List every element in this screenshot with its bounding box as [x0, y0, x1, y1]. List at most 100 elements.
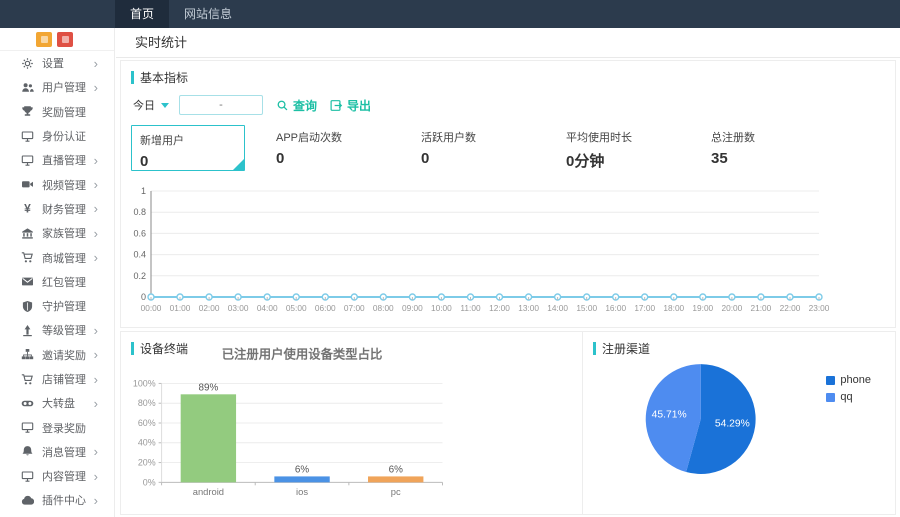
svg-text:20:00: 20:00 [722, 303, 743, 313]
sidebar-item-level-mgmt[interactable]: 等级管理› [0, 318, 114, 342]
sidebar-item-settings[interactable]: 设置› [0, 51, 114, 75]
sidebar-item-shop-mgmt[interactable]: 店铺管理› [0, 367, 114, 391]
svg-text:0.4: 0.4 [133, 250, 146, 260]
sidebar-item-message-mgmt[interactable]: 消息管理› [0, 440, 114, 464]
sidebar-item-plugin-center[interactable]: 插件中心› [0, 488, 114, 512]
accent-bar [131, 71, 134, 84]
sidebar-item-live-mgmt[interactable]: 直播管理› [0, 148, 114, 172]
svg-text:01:00: 01:00 [170, 303, 191, 313]
sidebar-item-user-mgmt[interactable]: 用户管理› [0, 75, 114, 99]
svg-text:1: 1 [141, 186, 146, 196]
chevron-right-icon: › [94, 251, 98, 264]
sidebar-item-mall-mgmt[interactable]: 商城管理› [0, 245, 114, 269]
chevron-right-icon: › [94, 445, 98, 458]
monitor-icon [21, 421, 35, 434]
bar-ios [274, 476, 329, 482]
sidebar-item-lucky-wheel[interactable]: 大转盘› [0, 391, 114, 415]
svg-text:07:00: 07:00 [344, 303, 365, 313]
cart-icon [21, 251, 35, 264]
page-title: 实时统计 [135, 35, 187, 50]
cloud-icon [21, 494, 35, 507]
refresh-tab-button[interactable] [36, 32, 52, 47]
sitemap-icon [21, 348, 35, 361]
svg-text:09:00: 09:00 [402, 303, 423, 313]
envelope-icon [21, 275, 35, 288]
svg-text:20%: 20% [138, 458, 156, 468]
svg-text:05:00: 05:00 [286, 303, 307, 313]
chevron-right-icon: › [94, 324, 98, 337]
svg-text:6%: 6% [389, 464, 403, 475]
export-button[interactable]: 导出 [330, 97, 371, 114]
accent-bar [593, 342, 596, 355]
date-input[interactable] [179, 95, 263, 115]
sidebar-item-invite-reward[interactable]: 邀请奖励› [0, 343, 114, 367]
svg-text:100%: 100% [133, 378, 156, 388]
svg-text:0: 0 [141, 292, 146, 302]
sidebar-item-redpacket-mgmt[interactable]: 红包管理 [0, 270, 114, 294]
stat-active-users[interactable]: 活跃用户数0 [421, 129, 476, 167]
query-button[interactable]: 查询 [276, 97, 317, 114]
svg-text:android: android [193, 486, 224, 497]
svg-text:02:00: 02:00 [199, 303, 220, 313]
bank-icon [21, 227, 35, 240]
svg-text:12:00: 12:00 [489, 303, 510, 313]
sidebar-item-content-mgmt[interactable]: 内容管理› [0, 464, 114, 488]
toolbar: 今日 查询 导出 [131, 93, 885, 117]
section-title-device: 设备终端 [131, 340, 188, 357]
svg-text:21:00: 21:00 [751, 303, 772, 313]
sidebar-item-finance-mgmt[interactable]: ¥财务管理› [0, 197, 114, 221]
bar-pc [368, 476, 423, 482]
stat-new-users[interactable]: 新增用户0 [131, 125, 245, 171]
svg-text:40%: 40% [138, 438, 156, 448]
close-tab-button[interactable] [57, 32, 73, 47]
trophy-icon [21, 105, 35, 118]
stat-app-launches[interactable]: APP启动次数0 [276, 129, 342, 167]
chevron-right-icon: › [94, 494, 98, 507]
chevron-right-icon: › [94, 81, 98, 94]
shield-icon [21, 300, 35, 313]
selected-corner-icon [233, 159, 244, 170]
svg-text:60%: 60% [138, 418, 156, 428]
sidebar-item-identity-auth[interactable]: 身份认证 [0, 124, 114, 148]
svg-text:04:00: 04:00 [257, 303, 278, 313]
device-bar-chart: 已注册用户使用设备类型占比0%20%40%60%80%100%89%androi… [121, 332, 582, 514]
gear-icon [21, 57, 35, 70]
legend-qq[interactable]: qq [826, 391, 871, 403]
stat-total-registered[interactable]: 总注册数35 [711, 129, 755, 167]
device-panel: 设备终端 已注册用户使用设备类型占比0%20%40%60%80%100%89%a… [121, 332, 583, 514]
sidebar-item-family-mgmt[interactable]: 家族管理› [0, 221, 114, 245]
sidebar-item-login-reward[interactable]: 登录奖励 [0, 415, 114, 439]
hourly-line-chart: 00.20.40.60.8100:0001:0002:0003:0004:000… [131, 185, 887, 319]
svg-text:80%: 80% [138, 398, 156, 408]
svg-text:22:00: 22:00 [780, 303, 801, 313]
sidebar-item-video-mgmt[interactable]: 视频管理› [0, 172, 114, 196]
legend-phone[interactable]: phone [826, 374, 871, 386]
stats-row: 新增用户0 APP启动次数0 活跃用户数0 平均使用时长0分钟 总注册数35 [131, 125, 885, 172]
section-title-channel: 注册渠道 [593, 340, 650, 357]
svg-text:89%: 89% [198, 382, 218, 393]
svg-text:08:00: 08:00 [373, 303, 394, 313]
chevron-right-icon: › [94, 227, 98, 240]
users-icon [21, 81, 35, 94]
caret-down-icon [161, 103, 169, 108]
svg-text:15:00: 15:00 [576, 303, 597, 313]
svg-text:54.29%: 54.29% [715, 418, 750, 429]
svg-text:0.6: 0.6 [133, 228, 146, 238]
stat-avg-usage[interactable]: 平均使用时长0分钟 [566, 129, 632, 171]
cart-icon [21, 373, 35, 386]
date-range-select[interactable]: 今日 [133, 97, 169, 113]
svg-text:6%: 6% [295, 464, 309, 475]
sidebar-item-guard-mgmt[interactable]: 守护管理 [0, 294, 114, 318]
svg-text:0%: 0% [143, 477, 156, 487]
svg-text:00:00: 00:00 [141, 303, 162, 313]
svg-text:18:00: 18:00 [663, 303, 684, 313]
tab-site-info[interactable]: 网站信息 [169, 0, 247, 28]
legend-swatch-icon [826, 393, 835, 402]
tab-home[interactable]: 首页 [115, 0, 169, 28]
bar-android [181, 394, 236, 482]
chevron-right-icon: › [94, 57, 98, 70]
chevron-right-icon: › [94, 348, 98, 361]
chevron-right-icon: › [94, 202, 98, 215]
sidebar-item-reward-mgmt[interactable]: 奖励管理 [0, 100, 114, 124]
accent-bar [131, 342, 134, 355]
